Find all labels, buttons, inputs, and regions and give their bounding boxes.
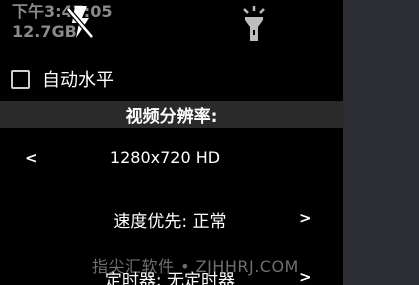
speed-priority-next-button[interactable]: > bbox=[299, 209, 312, 227]
resolution-value: 1280x720 HD bbox=[109, 148, 221, 167]
flash-toggle-button[interactable] bbox=[60, 2, 100, 42]
resolution-prev-button[interactable]: < bbox=[25, 149, 38, 167]
torch-button[interactable] bbox=[234, 4, 274, 44]
camera-settings-panel: 下午3:47:05 12.7GB 自动水平 视频分辨率: < 1280x720 … bbox=[0, 0, 343, 285]
auto-level-checkbox[interactable] bbox=[11, 69, 30, 89]
timer-next-button[interactable]: > bbox=[299, 268, 312, 285]
video-resolution-title: 视频分辨率: bbox=[125, 107, 218, 127]
flash-off-icon bbox=[66, 6, 94, 39]
torch-icon bbox=[243, 6, 265, 41]
auto-level-label: 自动水平 bbox=[42, 70, 114, 91]
camera-preview-area bbox=[343, 0, 419, 285]
watermark-text: 指尖汇软件 • ZJHHRJ.COM bbox=[92, 257, 299, 276]
speed-priority-value: 速度优先: 正常 bbox=[113, 212, 227, 232]
video-resolution-header: 视频分辨率: bbox=[0, 101, 343, 128]
auto-level-option[interactable]: 自动水平 bbox=[11, 66, 114, 92]
